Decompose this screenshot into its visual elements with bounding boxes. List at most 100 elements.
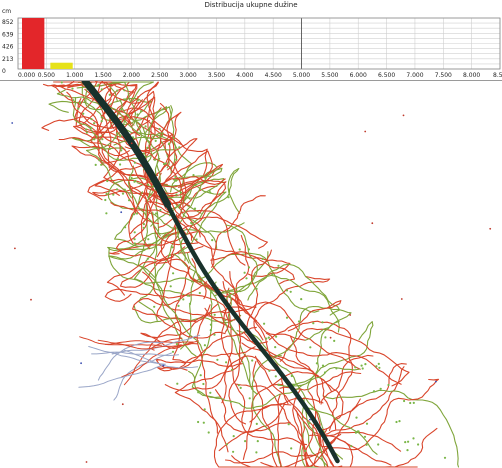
root-junction — [209, 329, 212, 332]
root-junction — [77, 107, 80, 110]
root-junction — [123, 188, 126, 191]
root-junction — [133, 242, 136, 245]
root-junction — [116, 157, 119, 160]
y-tick-label: 426 — [2, 44, 14, 51]
root-junction — [268, 369, 271, 372]
root-junction — [199, 374, 202, 377]
root-junction — [124, 98, 127, 101]
root-junction — [312, 322, 315, 325]
root-junction — [213, 313, 216, 316]
root-junction — [100, 120, 103, 123]
root-junction — [203, 408, 206, 411]
root-junction — [186, 294, 190, 297]
root-junction — [247, 248, 250, 251]
root-junction — [275, 335, 278, 338]
root-junction — [85, 131, 88, 134]
debris-speck — [85, 461, 88, 463]
root-junction — [277, 264, 280, 267]
root-junction — [120, 146, 123, 149]
root-junction — [251, 359, 254, 362]
root-junction — [285, 289, 289, 292]
root-junction — [158, 127, 161, 131]
root-junction — [323, 371, 327, 374]
debris-speck — [120, 211, 123, 214]
root-junction — [133, 161, 136, 164]
y-tick-label: 639 — [2, 31, 14, 38]
lateral-root — [302, 403, 378, 455]
root-junction — [116, 132, 119, 135]
root-junction — [354, 431, 357, 434]
root-junction — [244, 440, 247, 443]
root-junction — [225, 361, 228, 364]
root-junction — [238, 248, 241, 251]
root-junction — [118, 134, 121, 137]
root-junction — [271, 273, 274, 276]
root-junction — [164, 162, 167, 165]
root-junction — [237, 384, 240, 387]
root-junction — [98, 159, 101, 162]
root-junction — [395, 420, 398, 424]
root-junction — [178, 298, 181, 301]
root-junction — [255, 422, 258, 425]
x-tick-label: 0.500 — [38, 72, 55, 79]
x-tick-label: 4.000 — [236, 72, 253, 79]
x-tick-label: 2.500 — [151, 72, 168, 79]
root-junction — [153, 158, 157, 161]
root-junction — [120, 108, 123, 111]
root-junction — [243, 271, 246, 274]
root-junction — [114, 136, 117, 139]
x-tick-label: 7.500 — [435, 72, 452, 79]
root-junction — [247, 266, 251, 269]
root-junction — [404, 441, 407, 444]
debris-speck — [489, 227, 492, 230]
root-junction — [377, 443, 380, 446]
root-junction — [202, 421, 205, 424]
root-junction — [290, 374, 293, 378]
root-junction — [101, 138, 104, 141]
x-tick-label: 3.000 — [180, 72, 197, 79]
lateral-root — [307, 366, 360, 393]
root-junction — [124, 226, 127, 229]
root-junction — [119, 163, 122, 166]
debris-speck — [309, 418, 311, 421]
root-junction — [409, 401, 412, 405]
root-junction — [159, 208, 162, 212]
root-junction — [197, 391, 200, 394]
lateral-root — [213, 224, 258, 297]
root-junction — [248, 397, 251, 400]
root-junction — [207, 431, 210, 434]
root-junction — [192, 174, 195, 177]
root-junction — [71, 87, 74, 90]
x-tick-label: 8.5 — [493, 72, 502, 79]
root-junction — [304, 449, 307, 452]
root-junction — [140, 110, 143, 113]
root-junction — [360, 364, 363, 367]
root-junction — [171, 246, 174, 249]
root-junction — [321, 321, 324, 324]
root-junction — [142, 223, 145, 226]
root-junction — [155, 212, 158, 215]
root-junction — [105, 212, 108, 215]
root-junction — [174, 175, 177, 178]
root-junction — [175, 179, 178, 182]
root-junction — [398, 420, 401, 423]
root-junction — [274, 375, 277, 378]
root-junction — [93, 138, 96, 141]
root-junction — [93, 122, 96, 125]
root-junction — [178, 146, 181, 149]
root-junction — [176, 382, 179, 385]
lateral-root — [91, 351, 179, 357]
root-junction — [267, 336, 270, 339]
root-junction — [277, 383, 280, 386]
histogram-grid — [17, 17, 501, 70]
root-junction — [108, 147, 111, 151]
root-system-image — [11, 81, 492, 468]
root-junction — [175, 158, 178, 161]
y-axis-labels: cm 852 639 426 213 0 — [2, 8, 14, 75]
root-junction — [172, 272, 175, 275]
root-junction — [365, 443, 368, 446]
root-junction — [60, 81, 63, 84]
root-junction — [72, 99, 75, 102]
root-junction — [227, 196, 230, 199]
x-tick-label: 5.500 — [321, 72, 338, 79]
